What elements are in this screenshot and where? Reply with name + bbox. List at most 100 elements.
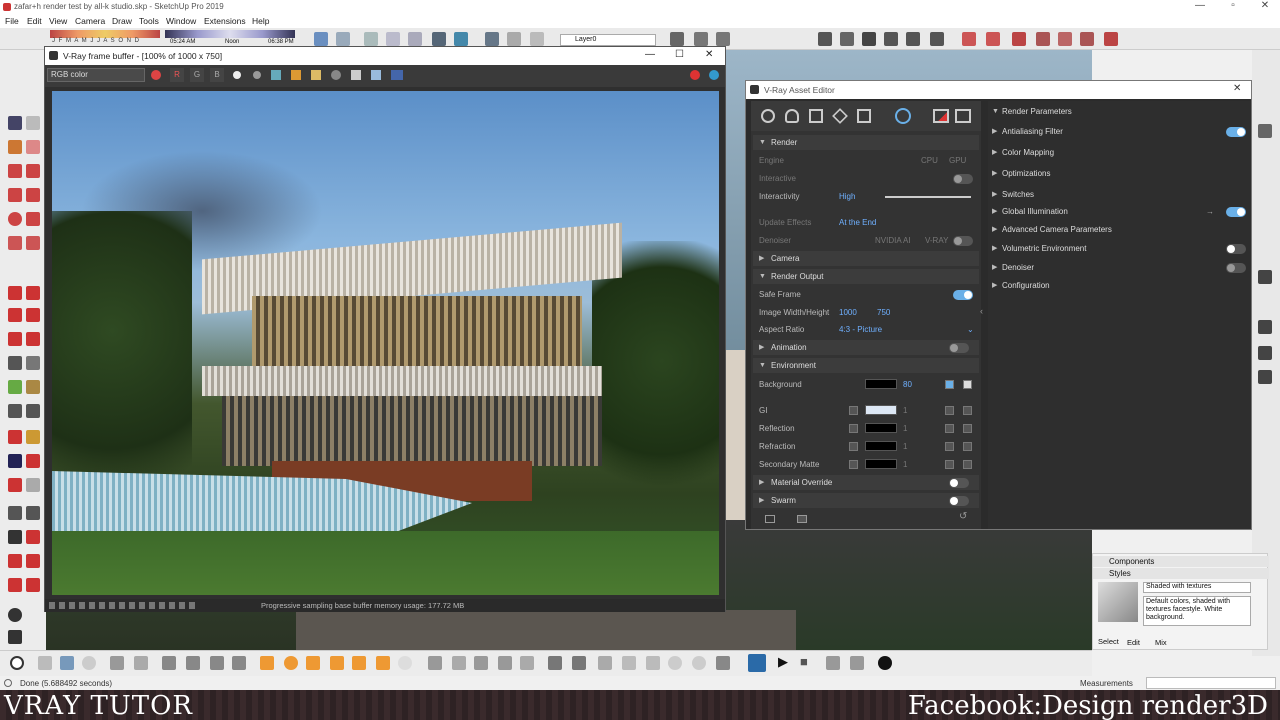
section-color-mapping[interactable]: ▶ Color Mapping [988,145,1251,161]
green-channel-button[interactable]: G [190,68,204,82]
anim-1-icon[interactable] [826,656,840,670]
channel-select[interactable]: RGB color [47,68,145,82]
tool-red5-icon[interactable] [1058,32,1072,46]
close-button[interactable]: ✕ [1250,0,1280,11]
tab-select[interactable]: Select [1098,637,1119,646]
house3-icon[interactable] [906,32,920,46]
background-intensity[interactable]: 80 [903,377,912,392]
zoom-window-icon[interactable] [26,454,40,468]
vfb-maximize-button[interactable]: ☐ [675,49,684,60]
style-description[interactable]: Default colors, shaded with textures fac… [1143,596,1251,626]
geo-4-icon[interactable] [668,656,682,670]
stop-icon[interactable]: ■ [800,654,808,669]
secondary-color-swatch[interactable] [865,459,897,469]
freehand-icon[interactable] [26,164,40,178]
reflection-checkbox[interactable] [963,424,972,433]
select-icon[interactable] [8,116,22,130]
refraction-intensity[interactable]: 1 [903,439,907,454]
style-shaded-icon[interactable] [454,32,468,46]
shadow-month-slider[interactable] [50,30,160,38]
start-render-icon[interactable] [709,70,719,80]
previous-icon[interactable] [26,478,40,492]
refraction-override-checkbox[interactable] [849,442,858,451]
section-render-parameters[interactable]: ▼ Render Parameters [988,104,1251,120]
house4-icon[interactable] [930,32,944,46]
footprint-icon[interactable] [8,530,22,544]
tool-red6-icon[interactable] [1080,32,1094,46]
cpu-option[interactable]: CPU [921,153,938,168]
proxy-import-icon[interactable] [474,656,488,670]
tool-red1-icon[interactable] [962,32,976,46]
blue-channel-button[interactable]: B [210,68,224,82]
geo-2-icon[interactable] [622,656,636,670]
tool-red4-icon[interactable] [1036,32,1050,46]
vray-cloud-icon[interactable] [716,32,730,46]
clear-icon[interactable] [311,70,321,80]
measurements-input[interactable] [1146,677,1276,689]
section-material-override[interactable]: ▶ Material Override [753,475,979,490]
aspect-ratio-select[interactable]: 4:3 - Picture [839,322,882,337]
textures-icon[interactable] [832,108,848,124]
render-elements-icon[interactable] [857,109,871,123]
geometry-icon[interactable] [809,109,823,123]
rotated-rect-icon[interactable] [26,188,40,202]
volumetric-toggle[interactable] [1226,244,1246,254]
gpu-option[interactable]: GPU [949,153,966,168]
menu-draw[interactable]: Draw [112,16,132,26]
cloud-render-icon[interactable] [82,656,96,670]
view-top-icon[interactable] [336,32,350,46]
interactive-render-icon[interactable] [60,656,74,670]
section-camera[interactable]: ▶ Camera [753,251,979,266]
sandbox4-icon[interactable] [26,578,40,592]
section-plane-icon[interactable] [485,32,499,46]
orbit-icon[interactable] [8,430,22,444]
section-environment[interactable]: ▼ Environment [753,358,979,373]
dimension-icon[interactable] [26,356,40,370]
eraser2-icon[interactable] [26,140,40,154]
background-color-swatch[interactable] [865,379,897,389]
tool-red2-icon[interactable] [986,32,1000,46]
history-icon[interactable] [391,70,403,80]
tab-edit[interactable]: Edit [1127,638,1140,647]
walk-icon[interactable] [8,506,22,520]
export-icon[interactable] [134,656,148,670]
pan-icon[interactable] [26,430,40,444]
section-render-output[interactable]: ▼ Render Output [753,269,979,284]
light-sphere-icon[interactable] [284,656,298,670]
lights-icon[interactable] [785,109,799,123]
settings-gear-icon[interactable] [895,108,911,124]
scale-icon[interactable] [8,332,22,346]
vray-render-icon[interactable] [670,32,684,46]
refraction-checkbox[interactable] [963,442,972,451]
section-optimizations[interactable]: ▶ Optimizations [988,166,1251,182]
side-tool3-icon[interactable] [1258,320,1272,334]
menu-file[interactable]: File [5,16,19,26]
section-configuration[interactable]: ▶ Configuration [988,278,1251,294]
vfb-close-button[interactable]: ✕ [705,49,713,60]
section-tool-icon[interactable] [8,630,22,644]
tape-icon[interactable] [8,356,22,370]
light-spot-icon[interactable] [306,656,320,670]
zoom-icon[interactable] [8,454,22,468]
section-swarm[interactable]: ▶ Swarm [753,493,979,508]
view-front-icon[interactable] [364,32,378,46]
section-advanced-camera[interactable]: ▶ Advanced Camera Parameters [988,222,1251,238]
save-icon[interactable] [271,70,281,80]
vfb-icon[interactable] [162,656,176,670]
interactive-toggle[interactable] [953,174,973,184]
tab-mix[interactable]: Mix [1155,638,1167,647]
scatter-icon[interactable] [548,656,562,670]
minimize-button[interactable]: — [1185,0,1215,11]
sandbox2-icon[interactable] [26,554,40,568]
shadow-time-slider[interactable] [165,30,295,38]
layer-select[interactable]: Layer0 [560,34,656,46]
light-mesh-icon[interactable] [398,656,412,670]
light-rect-icon[interactable] [260,656,274,670]
secondary-intensity[interactable]: 1 [903,457,907,472]
geo-6-icon[interactable] [716,656,730,670]
region-icon[interactable] [351,70,361,80]
sandbox3-icon[interactable] [8,578,22,592]
color-wheel-icon[interactable] [151,70,161,80]
refraction-texture-icon[interactable] [945,442,954,451]
secondary-override-checkbox[interactable] [849,460,858,469]
